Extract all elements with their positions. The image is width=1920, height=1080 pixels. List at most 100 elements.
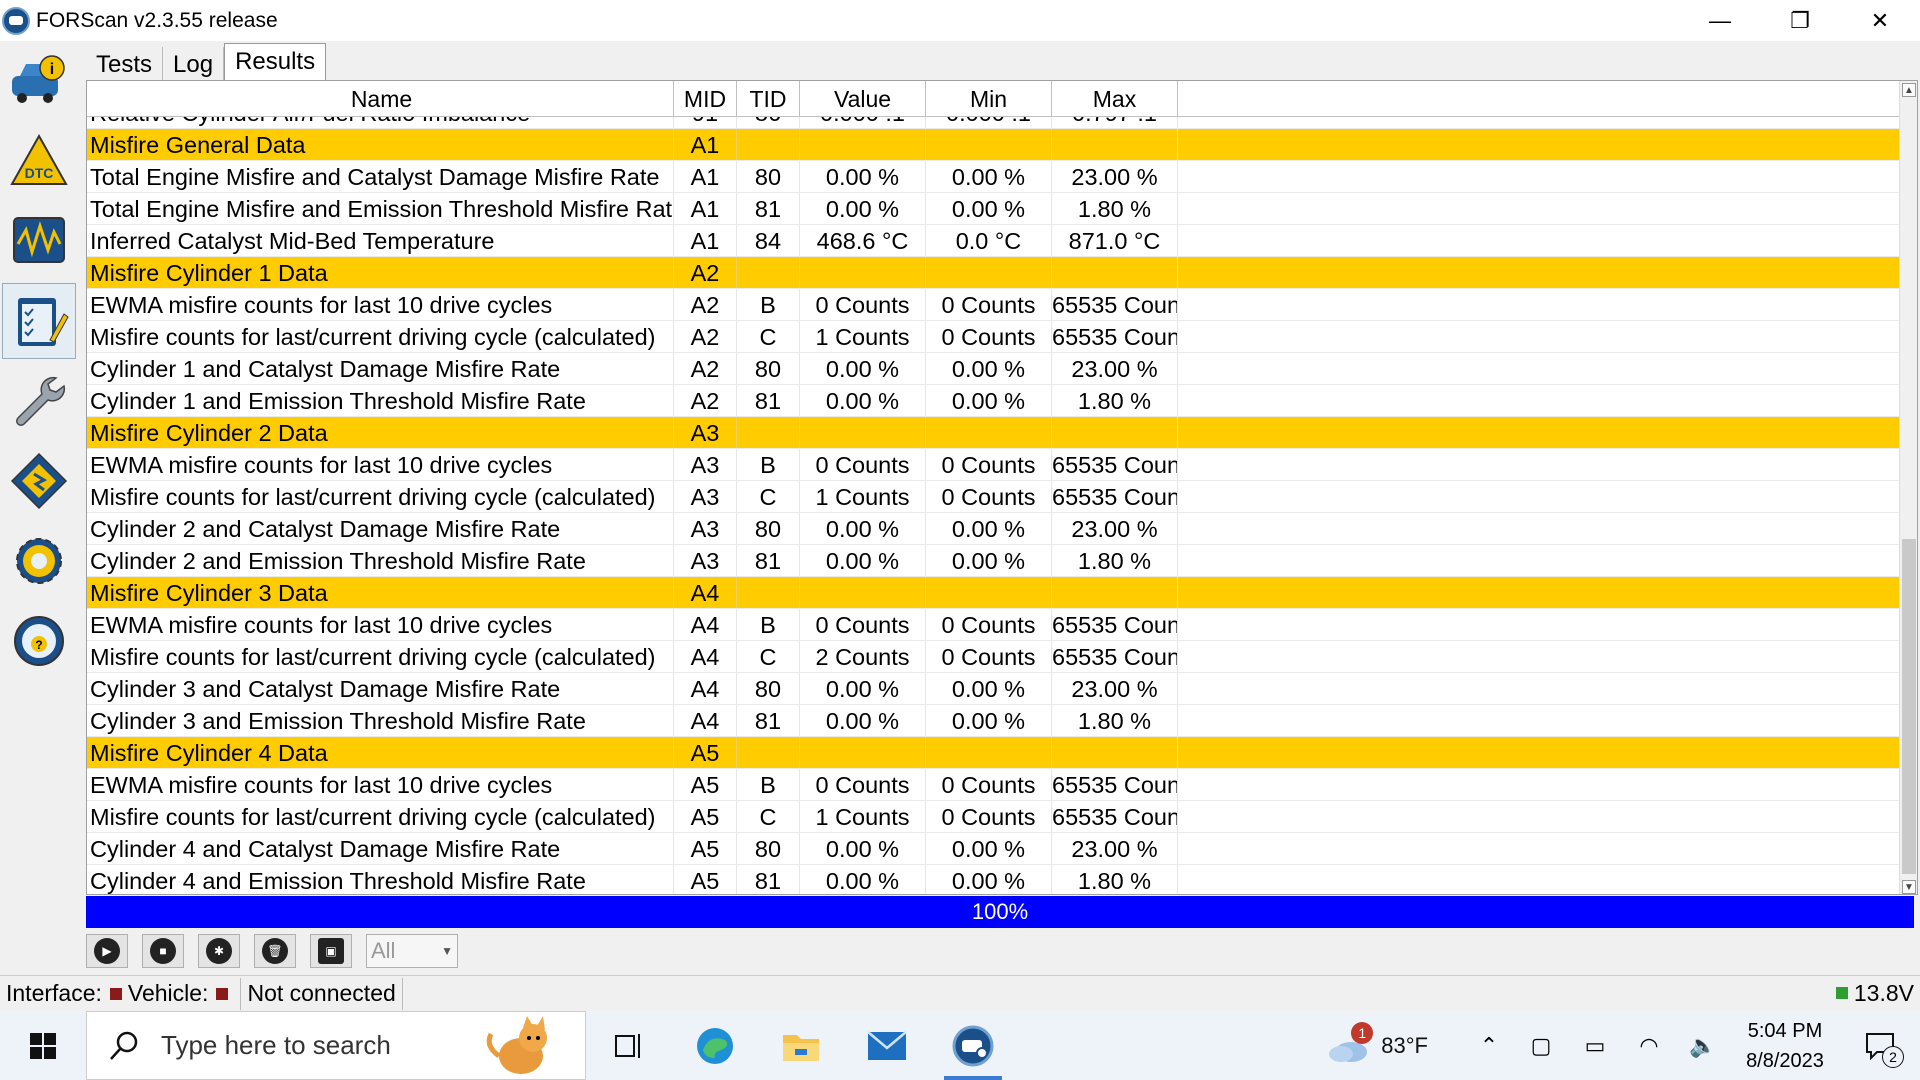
help-button[interactable]: ?: [2, 603, 76, 679]
cell-mid: A3: [674, 545, 737, 576]
column-header-mid[interactable]: MID: [674, 81, 737, 116]
table-row[interactable]: EWMA misfire counts for last 10 drive cy…: [87, 449, 1899, 481]
group-header-row[interactable]: Misfire Cylinder 1 Data A2: [87, 257, 1899, 289]
group-header-row[interactable]: Misfire Cylinder 2 Data A3: [87, 417, 1899, 449]
close-button[interactable]: ✕: [1840, 0, 1920, 41]
cell-name: Inferred Catalyst Mid-Bed Temperature: [87, 225, 674, 256]
cell-value: 0.00 %: [800, 673, 926, 704]
vehicle-indicator: [216, 987, 229, 1000]
table-row[interactable]: EWMA misfire counts for last 10 drive cy…: [87, 609, 1899, 641]
cell-max: [1052, 257, 1178, 288]
taskbar-search[interactable]: Type here to search: [86, 1011, 586, 1080]
notification-center-button[interactable]: 2: [1840, 1032, 1920, 1068]
tests-results-button[interactable]: [2, 283, 76, 359]
scroll-down-arrow[interactable]: ▼: [1902, 880, 1916, 894]
clear-button[interactable]: ✱: [198, 934, 240, 968]
cell-mid: A5: [674, 737, 737, 768]
forscan-taskbar-button[interactable]: [930, 1011, 1016, 1080]
mail-button[interactable]: [844, 1011, 930, 1080]
service-functions-button[interactable]: [2, 363, 76, 439]
run-button[interactable]: ▶: [86, 934, 128, 968]
table-row[interactable]: Cylinder 3 and Emission Threshold Misfir…: [87, 705, 1899, 737]
table-row[interactable]: Inferred Catalyst Mid-Bed Temperature A1 8…: [87, 225, 1899, 257]
cell-name: Misfire Cylinder 4 Data: [87, 737, 674, 768]
scrollbar-thumb[interactable]: [1902, 539, 1916, 874]
delete-button[interactable]: 🗑: [254, 934, 296, 968]
cell-name: Cylinder 4 and Catalyst Damage Misfire R…: [87, 833, 674, 864]
table-row[interactable]: Cylinder 1 and Emission Threshold Misfir…: [87, 385, 1899, 417]
restore-button[interactable]: ❐: [1760, 0, 1840, 41]
column-header-max[interactable]: Max: [1052, 81, 1178, 116]
column-header-value[interactable]: Value: [800, 81, 926, 116]
cell-value: [800, 257, 926, 288]
voltage-indicator: [1835, 987, 1848, 999]
cell-name: Misfire counts for last/current driving …: [87, 641, 674, 672]
battery-icon[interactable]: ▭: [1568, 1033, 1622, 1059]
column-header-min[interactable]: Min: [926, 81, 1052, 116]
cell-value: 0.00 %: [800, 513, 926, 544]
edge-button[interactable]: [672, 1011, 758, 1080]
table-row[interactable]: Cylinder 4 and Emission Threshold Misfir…: [87, 865, 1899, 894]
table-row[interactable]: Total Engine Misfire and Emission Thresh…: [87, 193, 1899, 225]
cell-min: 0 Counts: [926, 321, 1052, 352]
scroll-up-arrow[interactable]: ▲: [1902, 83, 1916, 97]
cell-value: 1 Counts: [800, 801, 926, 832]
minimize-button[interactable]: —: [1680, 0, 1760, 41]
cell-max: 1.80 %: [1052, 545, 1178, 576]
group-header-row[interactable]: Misfire Cylinder 3 Data A4: [87, 577, 1899, 609]
task-view-button[interactable]: [586, 1011, 672, 1080]
vertical-scrollbar[interactable]: ▲ ▼: [1899, 81, 1917, 894]
system-clock[interactable]: 5:04 PM 8/8/2023: [1730, 1016, 1840, 1076]
cell-tid: 80: [737, 833, 800, 864]
table-row[interactable]: Cylinder 1 and Catalyst Damage Misfire R…: [87, 353, 1899, 385]
cell-min: [926, 577, 1052, 608]
table-row[interactable]: Cylinder 2 and Emission Threshold Misfir…: [87, 545, 1899, 577]
table-row[interactable]: Cylinder 2 and Catalyst Damage Misfire R…: [87, 513, 1899, 545]
table-row[interactable]: EWMA misfire counts for last 10 drive cy…: [87, 289, 1899, 321]
wrench-icon: [16, 376, 66, 426]
tab-log[interactable]: Log: [163, 47, 225, 81]
tab-results[interactable]: Results: [224, 43, 327, 81]
table-row[interactable]: Misfire counts for last/current driving …: [87, 321, 1899, 353]
meet-now-icon[interactable]: ▢: [1514, 1033, 1568, 1059]
save-button[interactable]: ▣: [310, 934, 352, 968]
cell-value: 0.00 %: [800, 385, 926, 416]
table-row[interactable]: Cylinder 4 and Catalyst Damage Misfire R…: [87, 833, 1899, 865]
table-row[interactable]: Total Engine Misfire and Catalyst Damage…: [87, 161, 1899, 193]
svg-text:?: ?: [35, 638, 42, 652]
wifi-icon[interactable]: ◠: [1622, 1033, 1676, 1059]
table-row[interactable]: Misfire counts for last/current driving …: [87, 481, 1899, 513]
settings-button[interactable]: [2, 523, 76, 599]
start-button[interactable]: [0, 1011, 86, 1080]
cell-max: 23.00 %: [1052, 161, 1178, 192]
dtc-button[interactable]: DTC: [2, 123, 76, 199]
stop-icon: ■: [150, 938, 176, 964]
module-programming-button[interactable]: [2, 443, 76, 519]
oscilloscope-button[interactable]: [2, 203, 76, 279]
progress-bar: 100%: [86, 896, 1914, 928]
connection-status: Not connected: [241, 977, 403, 1010]
table-row[interactable]: Misfire counts for last/current driving …: [87, 641, 1899, 673]
group-header-row[interactable]: Misfire General Data A1: [87, 129, 1899, 161]
cell-tid: C: [737, 321, 800, 352]
group-header-row[interactable]: Misfire Cylinder 4 Data A5: [87, 737, 1899, 769]
volume-icon[interactable]: 🔈: [1676, 1033, 1730, 1059]
file-explorer-button[interactable]: [758, 1011, 844, 1080]
table-row[interactable]: Cylinder 3 and Catalyst Damage Misfire R…: [87, 673, 1899, 705]
cell-name: Cylinder 3 and Emission Threshold Misfir…: [87, 705, 674, 736]
dtc-icon: DTC: [10, 133, 68, 185]
weather-widget[interactable]: 1 83°F: [1325, 1021, 1428, 1066]
chevron-up-icon[interactable]: ⌃: [1464, 1033, 1514, 1059]
column-header-tid[interactable]: TID: [737, 81, 800, 116]
filter-select[interactable]: All ▼: [366, 934, 458, 968]
table-row[interactable]: EWMA misfire counts for last 10 drive cy…: [87, 769, 1899, 801]
tab-tests[interactable]: Tests: [86, 47, 164, 81]
cell-min: 0.00 %: [926, 353, 1052, 384]
cell-tid: [737, 577, 800, 608]
table-row[interactable]: Misfire counts for last/current driving …: [87, 801, 1899, 833]
vehicle-info-button[interactable]: i: [2, 43, 76, 119]
cell-name: Misfire General Data: [87, 129, 674, 160]
stop-button[interactable]: ■: [142, 934, 184, 968]
column-header-name[interactable]: Name: [87, 81, 674, 116]
cell-value: 0.00 %: [800, 705, 926, 736]
